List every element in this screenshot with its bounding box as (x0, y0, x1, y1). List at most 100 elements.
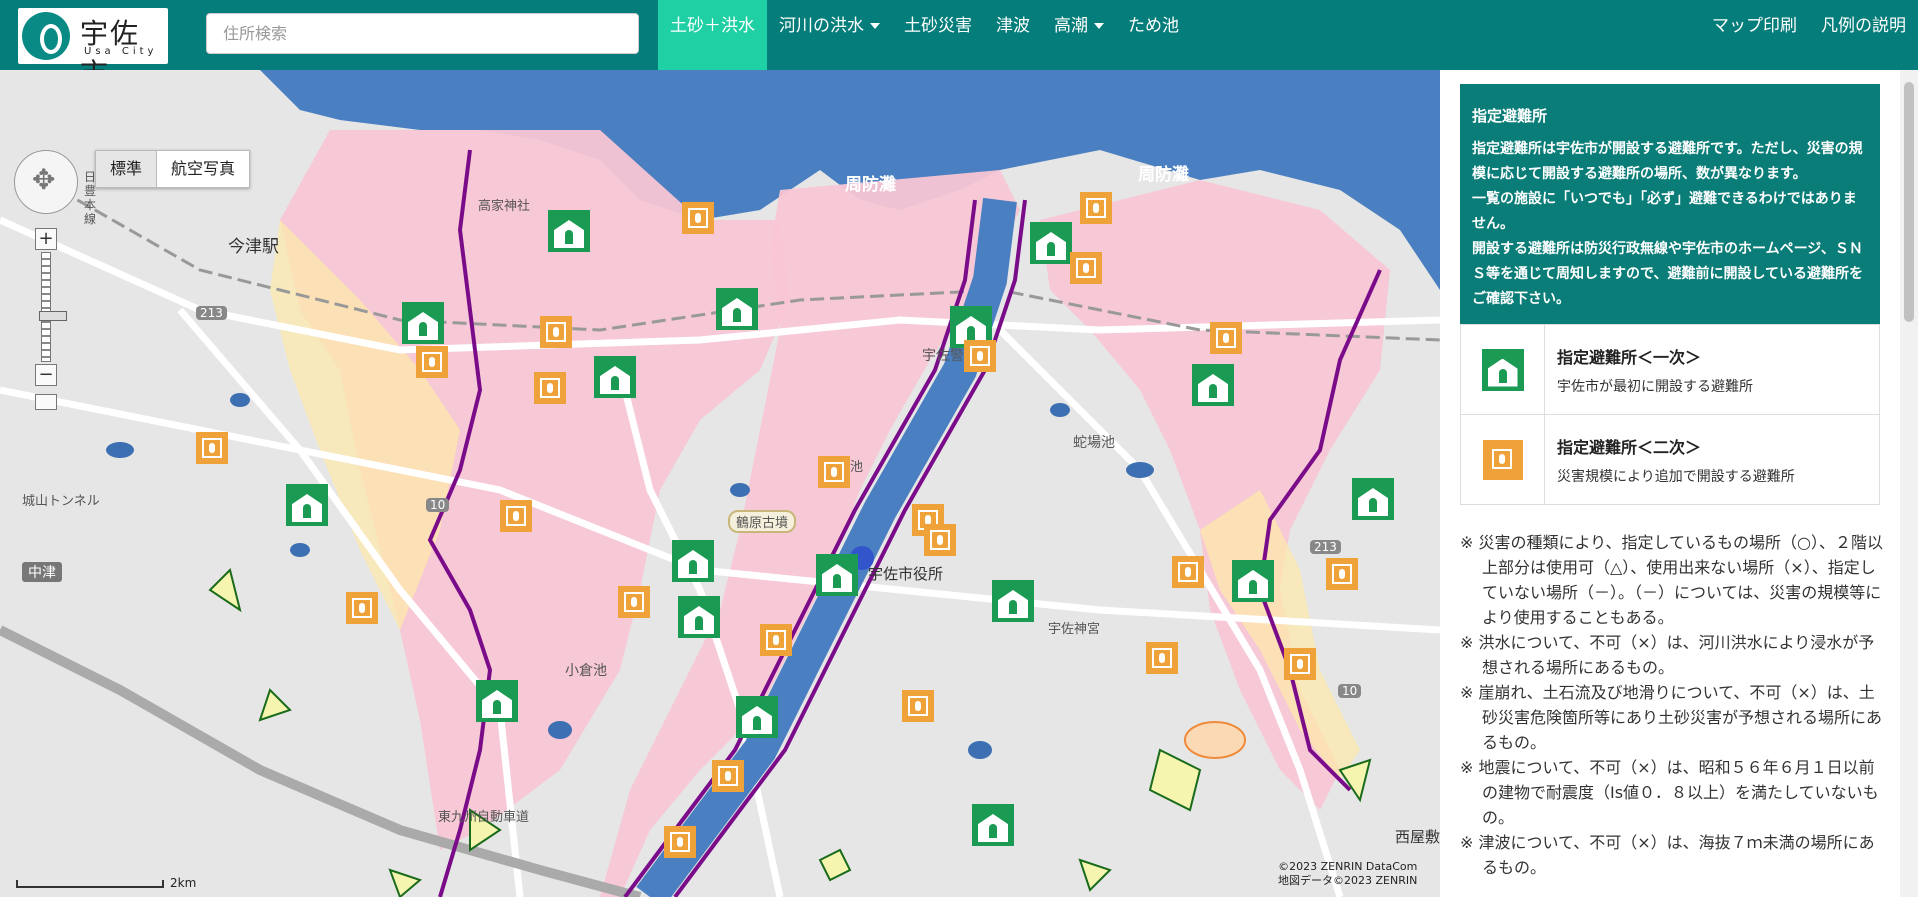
info-paragraph: 指定避難所は宇佐市が開設する避難所です。ただし、災害の規模に応じて開設する避難所… (1472, 141, 1863, 182)
primary-shelter-marker[interactable] (286, 484, 328, 526)
tab-river-flood[interactable]: 河川の洪水 (767, 0, 892, 70)
route-badge-10-east: 10 (1338, 684, 1362, 698)
primary-shelter-marker[interactable] (476, 680, 518, 722)
secondary-shelter-marker[interactable] (1326, 558, 1358, 590)
credit-line-2: 地図データ©2023 ZENRIN (1278, 874, 1418, 887)
zoom-out-button[interactable]: − (35, 364, 57, 386)
map-label-tsuruhara-kofun: 鶴原古墳 (728, 510, 797, 533)
tab-sediment-disaster[interactable]: 土砂災害 (892, 0, 984, 70)
zoom-slider[interactable] (39, 252, 67, 362)
scrollbar-thumb[interactable] (1904, 82, 1914, 322)
secondary-shelter-marker[interactable] (712, 760, 744, 792)
secondary-shelter-marker[interactable] (618, 586, 650, 618)
info-title: 指定避難所 (1472, 107, 1548, 125)
map-label-jaba-pond: 蛇場池 (1073, 435, 1115, 451)
route-badge-10-west: 10 (426, 498, 450, 512)
zoom-control: + − (35, 228, 67, 410)
hazard-tabs: 土砂＋洪水 河川の洪水 土砂災害 津波 高潮 ため池 (658, 0, 1191, 70)
legend-row-secondary: 指定避難所＜二次＞ 災害規模により追加で開設する避難所 (1461, 414, 1879, 505)
legend-help-link[interactable]: 凡例の説明 (1809, 0, 1918, 70)
city-emblem-icon (22, 12, 70, 60)
primary-shelter-marker[interactable] (736, 696, 778, 738)
secondary-shelter-marker[interactable] (682, 202, 714, 234)
secondary-shelter-marker[interactable] (534, 372, 566, 404)
map-label-nakatsu: 中津 (22, 562, 62, 582)
zoom-in-button[interactable]: + (35, 228, 57, 250)
secondary-shelter-marker[interactable] (540, 316, 572, 348)
map-label-city-hall: 宇佐市役所 (868, 565, 944, 583)
primary-shelter-marker[interactable] (816, 554, 858, 596)
header-actions: マップ印刷 凡例の説明 (1700, 0, 1918, 70)
tab-storm-surge[interactable]: 高潮 (1042, 0, 1116, 70)
secondary-shelter-marker[interactable] (1210, 322, 1242, 354)
secondary-shelter-marker[interactable] (1146, 642, 1178, 674)
hazard-map[interactable]: 周防灘 周防灘 今津駅 高家神社 宇佐警察署 春日池 蛇場池 城山トンネル 中津… (0, 70, 1440, 897)
panel-scrollbar[interactable] (1900, 70, 1918, 897)
basemap-toggle: 標準 航空写真 (95, 150, 251, 188)
map-label-expressway: 東九州自動車道 (438, 810, 530, 825)
secondary-shelter-marker[interactable] (196, 432, 228, 464)
pan-control[interactable] (14, 150, 78, 214)
primary-shelter-marker[interactable] (1030, 222, 1072, 264)
secondary-shelter-marker[interactable] (964, 340, 996, 372)
primary-shelter-marker[interactable] (716, 288, 758, 330)
note-item: ※ 崖崩れ、土石流及び地滑りについて、不可（×）は、土砂災害危険箇所等にあり土砂… (1460, 683, 1883, 752)
secondary-shelter-marker[interactable] (664, 826, 696, 858)
secondary-shelter-marker[interactable] (416, 346, 448, 378)
scale-label: 2km (170, 876, 197, 890)
primary-shelter-marker[interactable] (678, 596, 720, 638)
secondary-shelter-marker[interactable] (500, 500, 532, 532)
zoom-slider-thumb[interactable] (39, 311, 67, 321)
tab-reservoir[interactable]: ため池 (1116, 0, 1191, 70)
tab-sediment-flood[interactable]: 土砂＋洪水 (658, 0, 767, 70)
primary-shelter-marker[interactable] (672, 540, 714, 582)
secondary-shelter-marker[interactable] (1080, 192, 1112, 224)
zoom-reset-button[interactable] (35, 394, 57, 410)
shelter-legend: 指定避難所＜一次＞ 宇佐市が最初に開設する避難所 指定避難所＜二次＞ 災害規模に… (1460, 324, 1880, 505)
route-badge-213-east: 213 (1310, 540, 1341, 554)
primary-shelter-marker[interactable] (992, 580, 1034, 622)
city-logo[interactable]: 宇佐市 Usa City (18, 8, 168, 90)
tab-tsunami[interactable]: 津波 (984, 0, 1042, 70)
secondary-shelter-marker[interactable] (924, 524, 956, 556)
landslide-zone-orange (1184, 721, 1246, 759)
secondary-shelter-marker[interactable] (902, 690, 934, 722)
legend-desc: 宇佐市が最初に開設する避難所 (1557, 378, 1753, 395)
secondary-shelter-marker[interactable] (1172, 556, 1204, 588)
primary-shelter-icon (1481, 348, 1524, 391)
print-map-link[interactable]: マップ印刷 (1700, 0, 1809, 70)
primary-shelter-marker[interactable] (1232, 560, 1274, 602)
map-label-station: 今津駅 (228, 237, 279, 257)
note-item: ※ 災害の種類により、指定しているもの場所（○）、２階以上部分は使用可（△）、使… (1460, 533, 1884, 627)
primary-shelter-marker[interactable] (1352, 478, 1394, 520)
legend-title: 指定避難所＜一次＞ (1557, 347, 1702, 367)
secondary-shelter-marker[interactable] (1070, 252, 1102, 284)
info-panel: 指定避難所 指定避難所は宇佐市が開設する避難所です。ただし、災害の規模に応じて開… (1440, 70, 1900, 897)
basemap-aerial-button[interactable]: 航空写真 (157, 151, 249, 187)
primary-shelter-marker[interactable] (548, 210, 590, 252)
primary-shelter-marker[interactable] (972, 804, 1014, 846)
map-label-tunnel: 城山トンネル (22, 494, 100, 509)
secondary-shelter-marker[interactable] (818, 456, 850, 488)
secondary-shelter-marker[interactable] (346, 592, 378, 624)
secondary-shelter-marker[interactable] (1284, 648, 1316, 680)
map-label-nishiyashiki: 西屋敷 (1395, 828, 1440, 846)
note-item: ※ 津波について、不可（×）は、海抜７ｍ未満の場所にあるもの。 (1460, 833, 1875, 877)
info-paragraph: 一覧の施設に「いつでも」「必ず」避難できるわけではありません。 (1472, 191, 1857, 232)
address-search-input[interactable] (206, 13, 639, 54)
credit-line-1: ©2023 ZENRIN DataCom (1278, 860, 1418, 873)
primary-shelter-marker[interactable] (402, 302, 444, 344)
basemap-standard-button[interactable]: 標準 (96, 151, 158, 187)
primary-shelter-marker[interactable] (594, 356, 636, 398)
map-label-sea-east: 周防灘 (1138, 165, 1189, 185)
map-label-sea-west: 周防灘 (845, 175, 896, 195)
scale-bar (16, 880, 164, 888)
info-paragraph: 開設する避難所は防災行政無線や宇佐市のホームページ、ＳＮＳ等を通じて周知しますの… (1472, 241, 1864, 307)
notes-list: ※ 災害の種類により、指定しているもの場所（○）、２階以上部分は使用可（△）、使… (1460, 530, 1890, 880)
shelter-info-box: 指定避難所 指定避難所は宇佐市が開設する避難所です。ただし、災害の規模に応じて開… (1460, 84, 1880, 324)
top-navbar: 宇佐市 Usa City 土砂＋洪水 河川の洪水 土砂災害 津波 高潮 ため池 … (0, 0, 1918, 90)
secondary-shelter-marker[interactable] (760, 624, 792, 656)
secondary-shelter-icon (1482, 439, 1523, 480)
map-label-ogura-pond: 小倉池 (565, 663, 607, 679)
primary-shelter-marker[interactable] (1192, 364, 1234, 406)
